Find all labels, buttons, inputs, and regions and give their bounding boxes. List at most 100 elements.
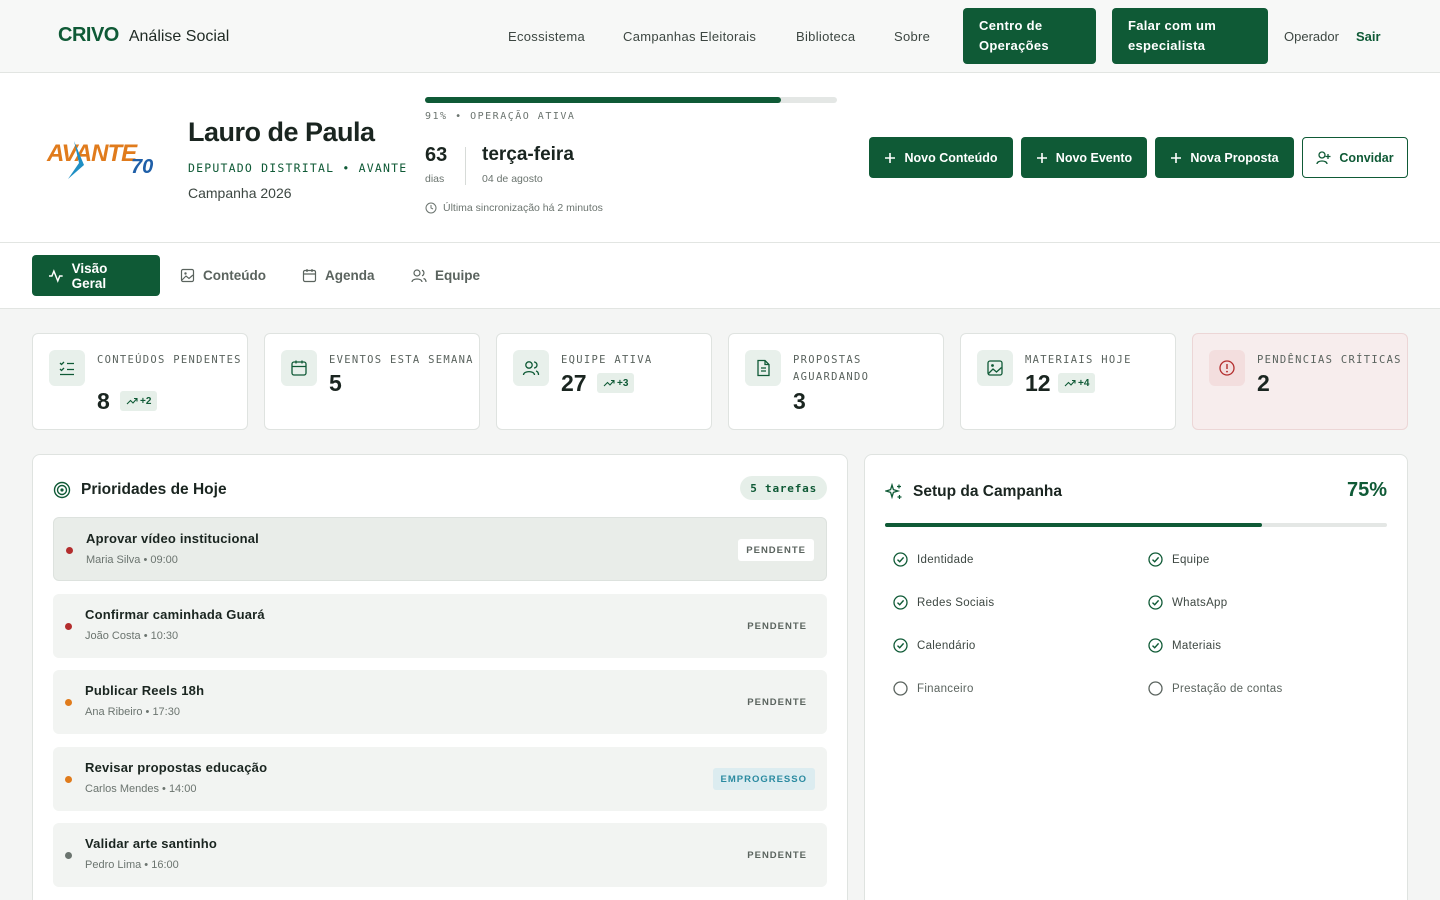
task-meta: João Costa • 10:30	[85, 630, 179, 642]
nav-link-ecossistema[interactable]: Ecossistema	[508, 29, 585, 44]
svg-text:AVANTE: AVANTE	[46, 140, 138, 167]
brand-subtitle: Análise Social	[128, 28, 230, 45]
task-meta: Maria Silva • 09:00	[86, 554, 178, 566]
calendar-icon	[302, 269, 317, 283]
priorities-title-text: Prioridades de Hoje	[81, 481, 227, 498]
priorities-title: Prioridades de Hoje	[53, 481, 227, 499]
stat-label: EQUIPE ATIVA	[561, 354, 653, 366]
stat-card-pending-proposals[interactable]: PROPOSTAS AGUARDANDO 3	[728, 333, 944, 430]
stat-trend-value: +2	[140, 395, 152, 407]
stat-label: MATERIAIS HOJE	[1025, 354, 1132, 366]
nav-link-biblioteca[interactable]: Biblioteca	[796, 29, 855, 44]
calendar-icon	[281, 350, 317, 386]
check-circle-icon	[1148, 638, 1163, 653]
tab-agenda[interactable]: Agenda	[286, 255, 391, 296]
task-status-badge: PENDENTE	[747, 620, 807, 632]
document-icon	[745, 350, 781, 386]
nav-link-sobre[interactable]: Sobre	[894, 29, 930, 44]
stat-card-materials-today[interactable]: MATERIAIS HOJE 12 +4	[960, 333, 1176, 430]
svg-text:70: 70	[131, 156, 153, 178]
days-remaining: 63	[425, 144, 448, 166]
target-icon	[53, 481, 71, 499]
task-title: Confirmar caminhada Guará	[85, 607, 265, 622]
stat-card-critical-issues[interactable]: PENDÊNCIAS CRÍTICAS 2	[1192, 333, 1408, 430]
task-item[interactable]: Confirmar caminhada Guará João Costa • 1…	[53, 594, 827, 658]
setup-item[interactable]: Redes Sociais	[893, 595, 994, 610]
setup-item-label: Identidade	[917, 553, 974, 566]
tab-team-label: Equipe	[435, 268, 481, 283]
empty-circle-icon	[1148, 681, 1163, 696]
check-circle-icon	[893, 595, 908, 610]
setup-item[interactable]: WhatsApp	[1148, 595, 1227, 610]
stat-card-events-week[interactable]: EVENTOS ESTA SEMANA 5	[264, 333, 480, 430]
tab-overview[interactable]: Visão Geral	[32, 255, 160, 296]
setup-progress-fill	[885, 523, 1262, 527]
new-proposal-label: Nova Proposta	[1190, 150, 1279, 165]
clock-icon	[425, 202, 437, 214]
operation-status: 91% • OPERAÇÃO ATIVA	[425, 111, 576, 122]
stat-label: EVENTOS ESTA SEMANA	[329, 354, 474, 366]
task-item[interactable]: Revisar propostas educação Carlos Mendes…	[53, 747, 827, 811]
task-item[interactable]: Publicar Reels 18h Ana Ribeiro • 17:30 P…	[53, 670, 827, 734]
logout-link[interactable]: Sair	[1356, 29, 1381, 44]
setup-item[interactable]: Calendário	[893, 638, 976, 653]
trend-up-icon	[1064, 379, 1076, 387]
brand-logo: CRIVO	[58, 24, 119, 46]
task-item[interactable]: Validar arte santinho Pedro Lima • 16:00…	[53, 823, 827, 887]
tab-content[interactable]: Conteúdo	[164, 255, 282, 296]
brand[interactable]: CRIVO Análise Social	[58, 24, 229, 47]
candidate-role: DEPUTADO DISTRITAL • AVANTE	[188, 161, 408, 175]
task-title: Validar arte santinho	[85, 836, 218, 851]
activity-icon	[48, 268, 63, 283]
task-title: Publicar Reels 18h	[85, 683, 205, 698]
tab-team[interactable]: Equipe	[395, 255, 496, 296]
stat-label: PROPOSTAS AGUARDANDO	[793, 354, 870, 383]
trend-up-icon	[603, 379, 615, 387]
stat-card-active-team[interactable]: EQUIPE ATIVA 27 +3	[496, 333, 712, 430]
current-date: 04 de agosto	[482, 173, 543, 185]
plus-icon	[885, 152, 896, 163]
new-proposal-button[interactable]: Nova Proposta	[1155, 137, 1294, 178]
sparkles-icon	[885, 483, 902, 500]
user-label: Operador	[1284, 29, 1339, 44]
setup-item-label: Equipe	[1172, 553, 1210, 566]
invite-button[interactable]: Convidar	[1302, 137, 1408, 178]
stat-trend-badge: +3	[597, 373, 635, 393]
check-circle-icon	[1148, 595, 1163, 610]
setup-progress-bar	[885, 523, 1387, 527]
setup-item-label: Calendário	[917, 639, 976, 652]
stat-value: 8	[97, 388, 110, 414]
setup-item-label: WhatsApp	[1172, 596, 1228, 609]
task-status-badge: PENDENTE	[747, 696, 807, 708]
invite-label: Convidar	[1339, 150, 1394, 165]
setup-item[interactable]: Identidade	[893, 552, 974, 567]
new-content-label: Novo Conteúdo	[904, 150, 998, 165]
task-status-badge: EMPROGRESSO	[712, 768, 815, 790]
nav-link-campanhas[interactable]: Campanhas Eleitorais	[623, 29, 756, 44]
setup-item-label: Prestação de contas	[1172, 682, 1283, 695]
ops-center-button[interactable]: Centro de Operações	[963, 8, 1096, 64]
priority-dot	[65, 776, 72, 783]
setup-item[interactable]: Prestação de contas	[1148, 681, 1283, 696]
task-item[interactable]: Aprovar vídeo institucional Maria Silva …	[53, 517, 827, 581]
plus-icon	[1036, 152, 1047, 163]
current-weekday: terça-feira	[482, 144, 574, 165]
expert-button[interactable]: Falar com um especialista	[1112, 8, 1268, 64]
task-status-badge: PENDENTE	[747, 849, 807, 861]
new-event-button[interactable]: Novo Evento	[1021, 137, 1147, 178]
task-title: Aprovar vídeo institucional	[86, 531, 259, 546]
alert-icon	[1209, 350, 1245, 386]
plus-icon	[1171, 152, 1182, 163]
setup-item[interactable]: Materiais	[1148, 638, 1221, 653]
new-content-button[interactable]: Novo Conteúdo	[869, 137, 1013, 178]
setup-title: Setup da Campanha	[885, 483, 1062, 501]
setup-item-label: Materiais	[1172, 639, 1222, 652]
setup-item[interactable]: Financeiro	[893, 681, 974, 696]
stat-label: CONTEÚDOS PENDENTES	[97, 354, 242, 366]
party-logo: AVANTE 70	[46, 140, 153, 179]
user-plus-icon	[1316, 150, 1331, 164]
task-meta: Pedro Lima • 16:00	[85, 859, 179, 871]
task-title: Revisar propostas educação	[85, 760, 268, 775]
stat-card-pending-content[interactable]: CONTEÚDOS PENDENTES 8 +2	[32, 333, 248, 430]
setup-item[interactable]: Equipe	[1148, 552, 1210, 567]
